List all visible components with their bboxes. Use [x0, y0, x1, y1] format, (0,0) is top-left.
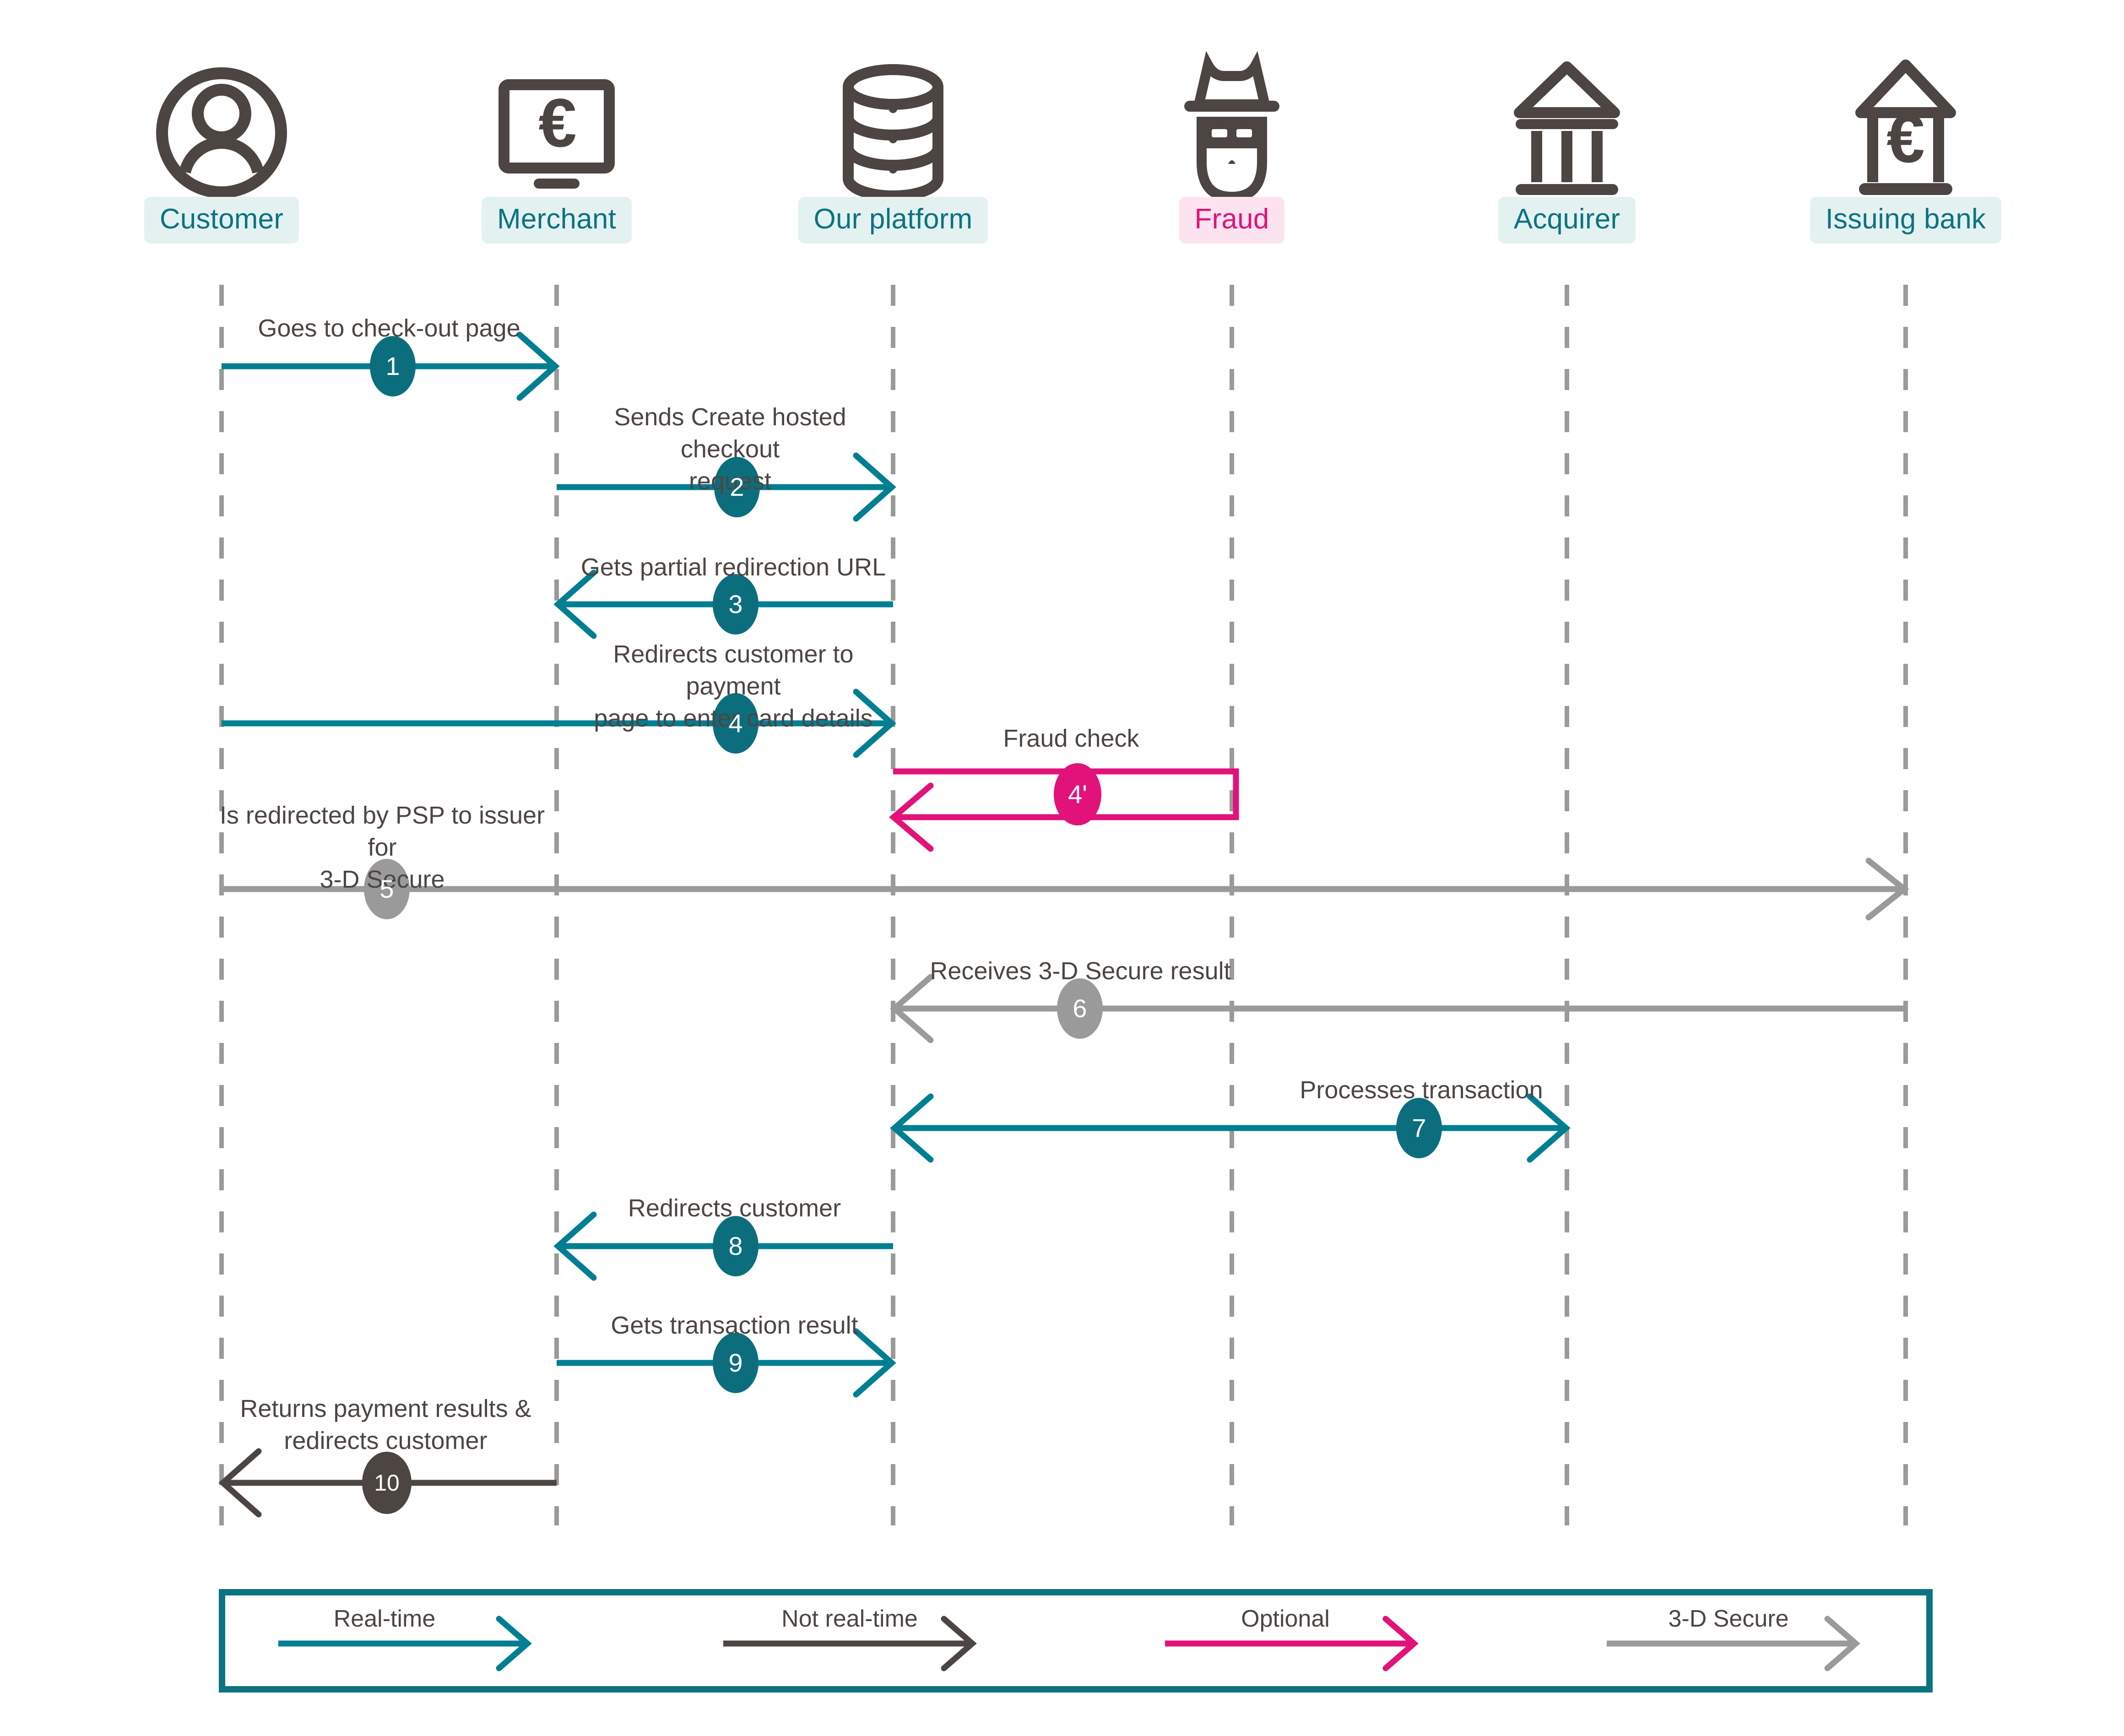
thief-mask-icon [1184, 51, 1279, 202]
message-label-8: Redirects customer [628, 1194, 841, 1222]
actor-customer[interactable]: Customer [112, 197, 331, 244]
message-label-1: Goes to check-out page [258, 315, 520, 342]
actor-fraud[interactable]: Fraud [1122, 197, 1342, 244]
bank-euro-icon: € [1855, 60, 1956, 195]
step-badge-9 [713, 1333, 759, 1393]
legend-label-3-d-secure: 3-D Secure [1668, 1606, 1789, 1632]
step-badge-10 [362, 1452, 412, 1514]
svg-text:€: € [538, 84, 576, 161]
step-badge-4-prime [1054, 763, 1101, 825]
actor-label-merchant: Merchant [481, 197, 632, 244]
message-label-4: Redirects customer to payment page to en… [594, 640, 873, 732]
bank-icon [1514, 61, 1620, 195]
message-label-5: Is redirected by PSP to issuer for 3-D S… [219, 802, 545, 894]
actor-label-our-platform: Our platform [798, 197, 988, 244]
actor-our-platform[interactable]: Our platform [783, 197, 1003, 244]
monitor-euro-icon: € [498, 79, 615, 189]
actor-issuing-bank[interactable]: Issuing bank [1796, 197, 2016, 244]
legend-label-not-real-time: Not real-time [781, 1606, 918, 1632]
actor-label-acquirer: Acquirer [1498, 197, 1636, 244]
message-label-9: Gets transaction result [611, 1312, 858, 1339]
legend-label-optional: Optional [1241, 1606, 1330, 1632]
message-label-2: Sends Create hosted checkout request [614, 403, 846, 495]
actor-label-fraud: Fraud [1179, 197, 1285, 244]
legend-label-real-time: Real-time [333, 1606, 436, 1632]
message-label-10: Returns payment results & redirects cust… [240, 1395, 531, 1455]
message-label-7: Processes transaction [1300, 1076, 1543, 1104]
sequence-diagram-canvas: € € Customer Merchant Our platform Fraud… [0, 0, 2124, 1736]
message-label-4-prime: Fraud check [1003, 725, 1139, 752]
actor-label-issuing-bank: Issuing bank [1810, 197, 2002, 244]
step-badge-1 [370, 336, 416, 396]
svg-text:€: € [1886, 100, 1924, 177]
user-circle-icon [156, 67, 287, 198]
actor-acquirer[interactable]: Acquirer [1457, 197, 1677, 244]
actor-label-customer: Customer [144, 197, 299, 244]
lifelines [219, 285, 1908, 1525]
step-badge-6 [1057, 978, 1103, 1039]
step-badge-8 [713, 1216, 759, 1276]
database-icon [843, 64, 943, 201]
step-badges [362, 336, 1442, 1514]
actor-merchant[interactable]: Merchant [447, 197, 666, 244]
message-label-3: Gets partial redirection URL [580, 553, 886, 581]
message-label-6: Receives 3-D Secure result [930, 957, 1231, 985]
step-badge-7 [1396, 1098, 1442, 1158]
